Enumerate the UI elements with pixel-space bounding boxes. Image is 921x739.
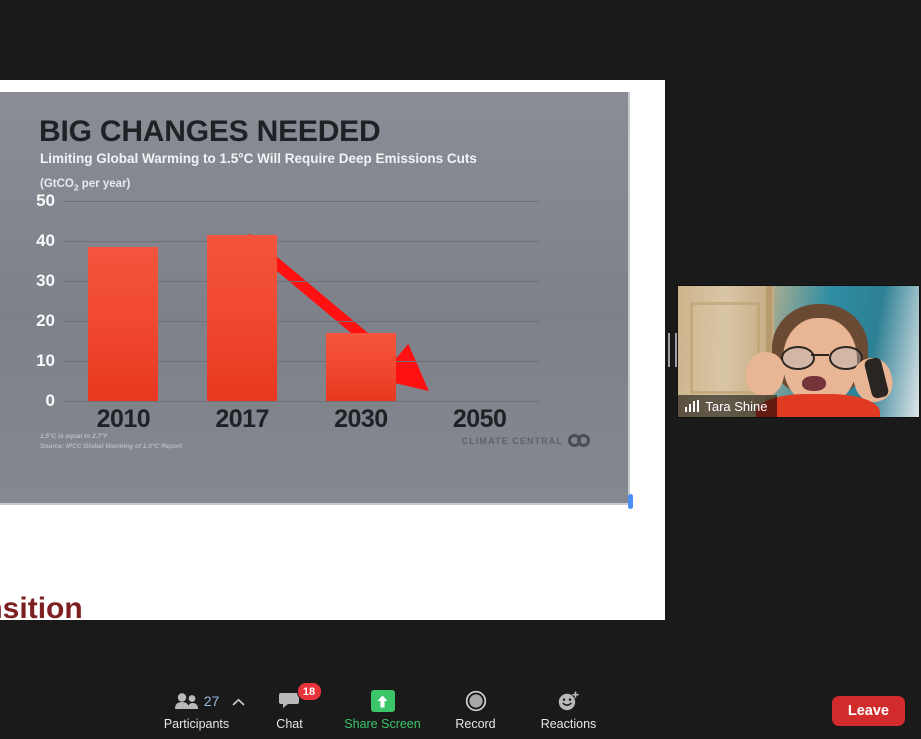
chat-icon: 18 <box>278 682 322 713</box>
chart-y-tick-label: 20 <box>36 311 55 330</box>
units-suffix: per year) <box>78 178 131 190</box>
footnote-line-1: 1.5°C is equal to 2.7°F <box>40 433 108 440</box>
share-view-drag-handle[interactable] <box>668 333 677 367</box>
chart-y-tick-label: 50 <box>36 191 55 210</box>
presentation-slide: BIG CHANGES NEEDED Limiting Global Warmi… <box>0 80 665 620</box>
slide-heading: ransition <box>0 592 83 620</box>
chart-x-tick-label: 2017 <box>215 405 269 433</box>
participants-icon: 27 <box>174 689 220 713</box>
chart-y-tick-label: 10 <box>36 351 55 370</box>
chart-gridline <box>64 401 539 402</box>
toolbar-share-screen-label: Share Screen <box>344 717 421 731</box>
toolbar-participants-label: Participants <box>163 717 230 731</box>
toolbar-reactions-button[interactable]: Reactions <box>522 685 615 731</box>
chart-gridline <box>64 201 539 202</box>
chart-y-tick-label: 0 <box>45 391 55 410</box>
chart-x-tick-label: 2030 <box>334 405 388 433</box>
toolbar-chat-label: Chat <box>276 717 303 731</box>
toolbar-reactions-label: Reactions <box>540 717 597 731</box>
climate-central-logo: CLIMATE CENTRAL <box>462 434 590 447</box>
chart-x-tick-label: 2050 <box>452 405 507 433</box>
chart-subtitle: Limiting Global Warming to 1.5°C Will Re… <box>40 151 477 166</box>
toolbar-record-button[interactable]: Record <box>429 685 522 731</box>
audio-level-icon <box>685 400 700 412</box>
participant-video-tile[interactable]: Tara Shine <box>677 285 920 418</box>
chart-y-tick-label: 30 <box>36 271 55 290</box>
chart-gridline <box>64 241 539 242</box>
record-icon <box>465 689 487 713</box>
leave-meeting-button[interactable]: Leave <box>831 696 905 726</box>
participant-name-label: Tara Shine <box>705 398 768 414</box>
toolbar-share-screen-button[interactable]: Share Screen <box>336 685 429 731</box>
chart-y-tick-label: 40 <box>36 231 55 250</box>
chart-bar <box>88 247 159 401</box>
chart-footnote: 1.5°C is equal to 2.7°F Source: IPCC Glo… <box>40 432 182 452</box>
chart-panel: BIG CHANGES NEEDED Limiting Global Warmi… <box>0 92 630 505</box>
chart-bar <box>325 333 396 401</box>
chart-x-tick-label: 2010 <box>96 405 151 433</box>
participant-name-overlay: Tara Shine <box>678 395 777 417</box>
reactions-icon <box>557 689 580 713</box>
slide-scroll-thumb[interactable] <box>628 494 633 509</box>
climate-central-mark-icon <box>568 434 590 447</box>
chat-unread-badge: 18 <box>296 682 322 701</box>
chart-plot-area: 0 10 20 30 40 50 2010 2017 2030 2050 <box>36 191 539 433</box>
shared-screen-content[interactable]: BIG CHANGES NEEDED Limiting Global Warmi… <box>0 80 665 620</box>
share-screen-icon <box>370 689 395 713</box>
toolbar-participants-button[interactable]: 27 Participants <box>150 685 245 731</box>
footnote-line-2: Source: IPCC Global Warming of 1.5°C Rep… <box>40 443 182 451</box>
climate-central-label: CLIMATE CENTRAL <box>461 435 563 446</box>
units-prefix: (GtCO <box>40 178 74 190</box>
chart-title: BIG CHANGES NEEDED <box>39 115 381 148</box>
chart-bar <box>207 235 278 401</box>
toolbar-record-label: Record <box>455 717 496 731</box>
participants-count: 27 <box>203 693 220 709</box>
toolbar-chat-button[interactable]: 18 Chat <box>243 682 336 731</box>
meeting-toolbar: 27 Participants 18 Chat Share Screen Rec… <box>0 679 921 739</box>
